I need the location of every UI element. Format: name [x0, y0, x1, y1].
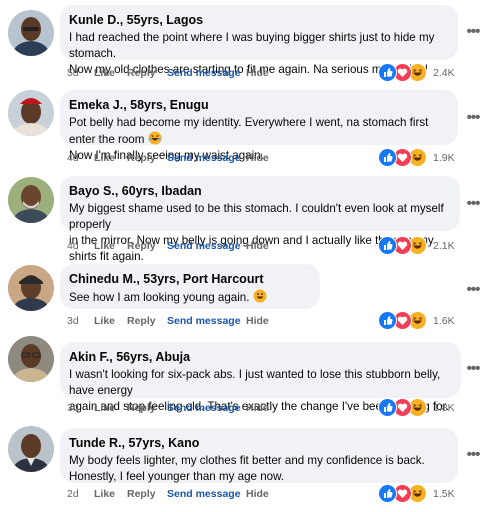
like-button[interactable]: Like: [94, 239, 115, 253]
timestamp[interactable]: 3d: [67, 314, 79, 328]
like-icon: [378, 484, 397, 503]
comment-text-line: See how I am looking young again.: [69, 291, 250, 304]
reaction-count[interactable]: 2.1K: [433, 239, 455, 253]
comment-text-line: Pot belly had become my identity. Everyw…: [69, 116, 429, 146]
laughing-emoji-icon: [148, 131, 162, 145]
reply-button[interactable]: Reply: [127, 239, 156, 253]
timestamp[interactable]: 5d: [67, 66, 79, 80]
commenter-name[interactable]: Chinedu M., 53yrs, Port Harcourt: [69, 271, 310, 287]
send-message-button[interactable]: Send message: [167, 66, 241, 80]
reply-button[interactable]: Reply: [127, 151, 156, 165]
send-message-button[interactable]: Send message: [167, 314, 241, 328]
send-message-button[interactable]: Send message: [167, 487, 241, 501]
timestamp[interactable]: 4d: [67, 151, 79, 165]
like-icon: [378, 63, 397, 82]
send-message-button[interactable]: Send message: [167, 239, 241, 253]
hide-button[interactable]: Hide: [246, 487, 269, 501]
reaction-count[interactable]: 1.6K: [433, 314, 455, 328]
avatar[interactable]: [8, 336, 54, 382]
avatar[interactable]: [8, 10, 54, 56]
more-options-icon[interactable]: •••: [464, 196, 482, 213]
like-icon: [378, 311, 397, 330]
more-options-icon[interactable]: •••: [464, 447, 482, 464]
like-button[interactable]: Like: [94, 401, 115, 415]
like-icon: [378, 236, 397, 255]
reply-button[interactable]: Reply: [127, 487, 156, 501]
avatar[interactable]: [8, 90, 54, 136]
like-button[interactable]: Like: [94, 66, 115, 80]
hide-button[interactable]: Hide: [246, 401, 269, 415]
commenter-name[interactable]: Bayo S., 60yrs, Ibadan: [69, 183, 450, 199]
more-options-icon[interactable]: •••: [464, 24, 482, 41]
avatar[interactable]: [8, 177, 54, 223]
hide-button[interactable]: Hide: [246, 239, 269, 253]
timestamp[interactable]: 4d: [67, 239, 79, 253]
like-button[interactable]: Like: [94, 314, 115, 328]
hide-button[interactable]: Hide: [246, 66, 269, 80]
like-button[interactable]: Like: [94, 151, 115, 165]
comment-bubble: Bayo S., 60yrs, Ibadan My biggest shame …: [60, 176, 460, 263]
reply-button[interactable]: Reply: [127, 314, 156, 328]
comment-text: See how I am looking young again.: [69, 289, 310, 306]
like-icon: [378, 148, 397, 167]
commenter-name[interactable]: Tunde R., 57yrs, Kano: [69, 435, 448, 451]
reaction-count[interactable]: 2.4K: [433, 66, 455, 80]
comment-text: My biggest shame used to be this stomach…: [69, 202, 444, 263]
comment-bubble: Chinedu M., 53yrs, Port Harcourt See how…: [60, 264, 320, 309]
hide-button[interactable]: Hide: [246, 314, 269, 328]
more-options-icon[interactable]: •••: [464, 361, 482, 378]
more-options-icon[interactable]: •••: [464, 282, 482, 299]
more-options-icon[interactable]: •••: [464, 110, 482, 127]
reaction-count[interactable]: 1.5K: [433, 487, 455, 501]
reaction-count[interactable]: 1.9K: [433, 151, 455, 165]
send-message-button[interactable]: Send message: [167, 151, 241, 165]
like-icon: [378, 398, 397, 417]
reply-button[interactable]: Reply: [127, 66, 156, 80]
reply-button[interactable]: Reply: [127, 401, 156, 415]
comment-bubble: Emeka J., 58yrs, Enugu Pot belly had bec…: [60, 90, 458, 162]
like-button[interactable]: Like: [94, 487, 115, 501]
comment-text: My body feels lighter, my clothes fit be…: [69, 454, 425, 483]
smile-emoji-icon: [253, 289, 267, 303]
timestamp[interactable]: 3d: [67, 401, 79, 415]
hide-button[interactable]: Hide: [246, 151, 269, 165]
comment-bubble: Kunle D., 55yrs, Lagos I had reached the…: [60, 5, 458, 76]
timestamp[interactable]: 2d: [67, 487, 79, 501]
reaction-count[interactable]: 1.8K: [433, 401, 455, 415]
avatar[interactable]: [8, 426, 54, 472]
comment-bubble: Tunde R., 57yrs, Kano My body feels ligh…: [60, 428, 458, 483]
send-message-button[interactable]: Send message: [167, 401, 241, 415]
commenter-name[interactable]: Emeka J., 58yrs, Enugu: [69, 97, 448, 113]
comment-bubble: Akin F., 56yrs, Abuja I wasn't looking f…: [60, 342, 461, 413]
commenter-name[interactable]: Kunle D., 55yrs, Lagos: [69, 12, 448, 28]
avatar[interactable]: [8, 265, 54, 311]
commenter-name[interactable]: Akin F., 56yrs, Abuja: [69, 349, 451, 365]
